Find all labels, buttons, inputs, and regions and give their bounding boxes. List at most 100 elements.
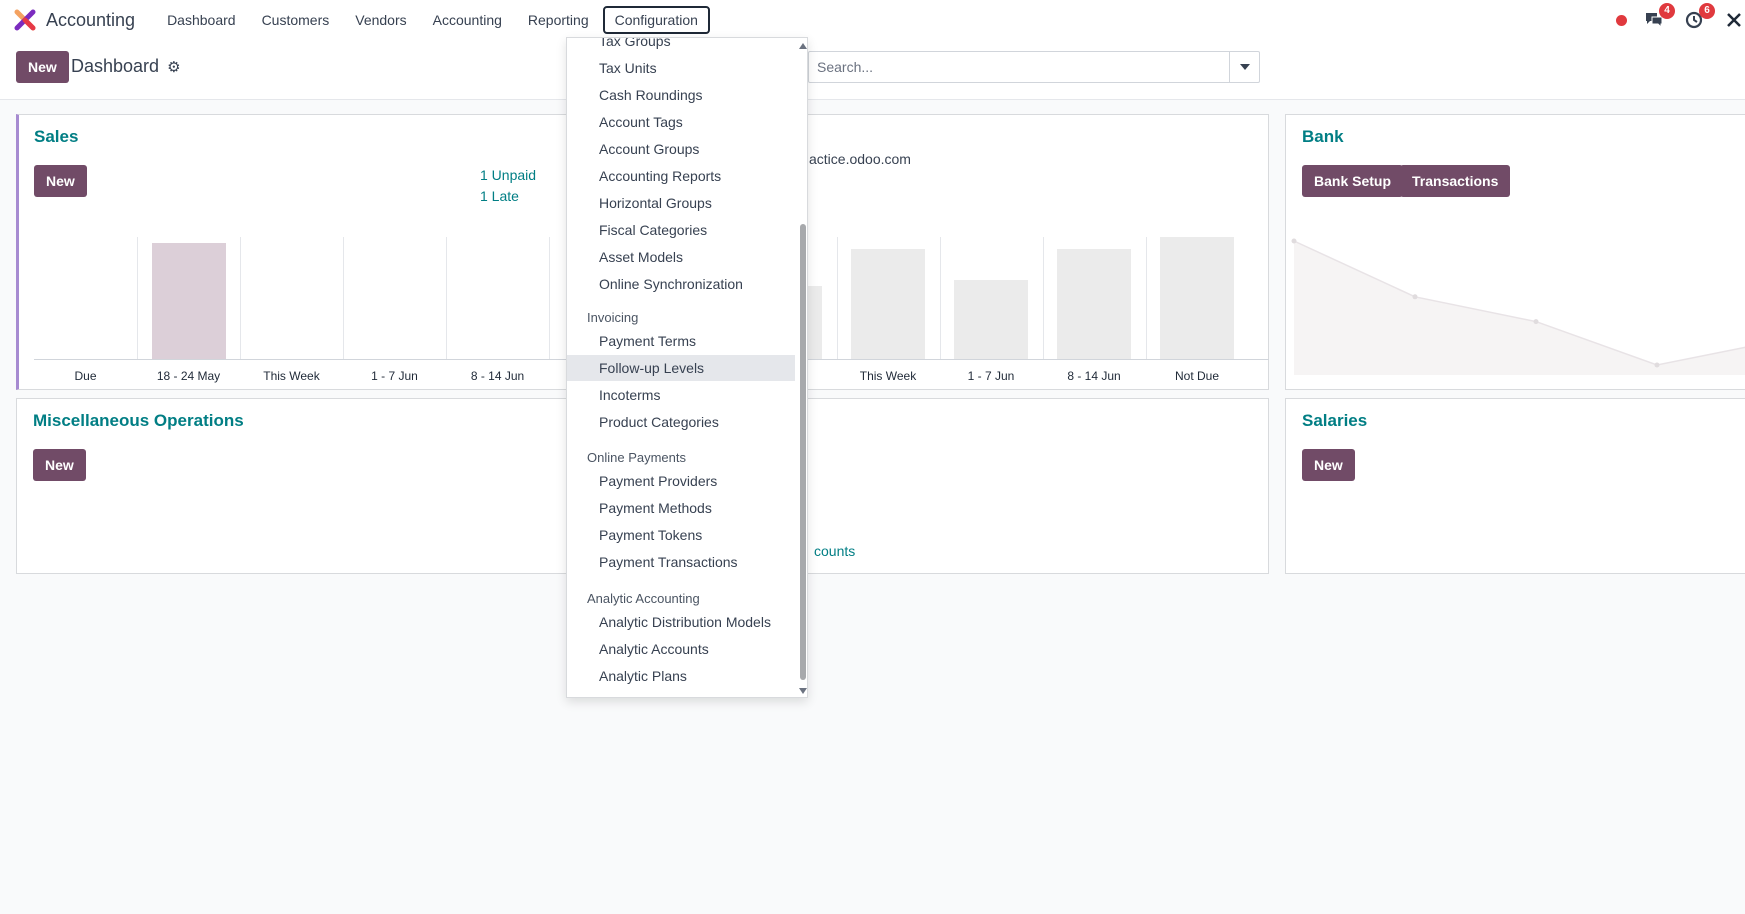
bank-balance-graph (1291, 238, 1745, 375)
menu-item-payment-transactions[interactable]: Payment Transactions (567, 549, 795, 575)
nav-configuration[interactable]: Configuration (602, 6, 710, 34)
scroll-thumb[interactable] (800, 224, 806, 680)
purchase-chart-gridline (836, 237, 838, 359)
menu-item-follow-up-levels[interactable]: Follow-up Levels (567, 355, 795, 381)
menu-item-tax-units[interactable]: Tax Units (567, 55, 795, 81)
page-title: Dashboard (71, 56, 160, 76)
activities-badge: 6 (1699, 3, 1715, 19)
purchase-bar-not-due[interactable] (1160, 237, 1234, 359)
bank-setup-button[interactable]: Bank Setup (1302, 165, 1404, 197)
control-panel: New Dashboard ⚙ (0, 40, 1745, 100)
sales-tick-label: 8 - 14 Jun (470, 369, 525, 383)
menu-item-online-synchronization[interactable]: Online Synchronization (567, 271, 795, 297)
purchase-tick-label: 1 - 7 Jun (967, 369, 1015, 383)
dropdown-scrollbar[interactable] (797, 38, 807, 697)
menu-item-payment-tokens[interactable]: Payment Tokens (567, 522, 795, 548)
app-logo-icon[interactable] (14, 9, 36, 31)
sales-bar-18-24-may[interactable] (151, 243, 226, 359)
purchase-tick-label: This Week (859, 369, 917, 383)
menu-item-fiscal-categories[interactable]: Fiscal Categories (567, 217, 795, 243)
messages-icon[interactable]: 4 (1643, 3, 1675, 31)
menu-item-accounting-reports[interactable]: Accounting Reports (567, 163, 795, 189)
sales-new-button[interactable]: New (34, 165, 87, 197)
top-navbar: Accounting Dashboard Customers Vendors A… (0, 0, 1745, 40)
salaries-journal-title[interactable]: Salaries (1302, 411, 1367, 431)
purchase-chart-gridline (1145, 237, 1147, 359)
messages-badge: 4 (1659, 3, 1675, 19)
breadcrumb: Dashboard ⚙ (71, 56, 181, 77)
bank-transactions-button[interactable]: Transactions (1400, 165, 1511, 197)
misc-operations-title[interactable]: Miscellaneous Operations (33, 411, 244, 431)
bank-graph-point (1412, 294, 1418, 300)
sales-chart-gridline (137, 237, 138, 359)
sales-tick-label: 1 - 7 Jun (371, 369, 418, 383)
nav-dashboard[interactable]: Dashboard (155, 6, 248, 34)
app-title[interactable]: Accounting (46, 10, 135, 31)
caret-down-icon (1239, 64, 1250, 70)
configuration-dropdown-menu: Tax Groups Tax Units Cash Roundings Account… (566, 37, 808, 698)
purchase-tick-label: Not Due (1174, 369, 1220, 383)
menu-item-asset-models[interactable]: Asset Models (567, 244, 795, 270)
bank-graph-point (1291, 238, 1297, 244)
misc-new-button[interactable]: New (33, 449, 86, 481)
record-status-icon[interactable] (1616, 14, 1627, 26)
sales-chart-gridline (549, 237, 550, 359)
sales-unpaid-link[interactable]: 1 Unpaid (480, 167, 536, 183)
menu-item-product-categories[interactable]: Product Categories (567, 409, 795, 435)
debug-tools-icon[interactable] (1723, 9, 1745, 31)
sales-tick-label: This Week (263, 369, 320, 383)
menu-item-payment-providers[interactable]: Payment Providers (567, 468, 795, 494)
menu-item-tax-groups[interactable]: Tax Groups (567, 38, 795, 54)
navbar-systray: 4 6 (1616, 0, 1745, 40)
activities-clock-icon[interactable]: 6 (1683, 3, 1715, 31)
menu-item-analytic-plans[interactable]: Analytic Plans (567, 663, 795, 689)
menu-item-account-tags[interactable]: Account Tags (567, 109, 795, 135)
menu-item-payment-methods[interactable]: Payment Methods (567, 495, 795, 521)
search-input[interactable] (809, 52, 1229, 82)
bank-journal-title[interactable]: Bank (1302, 127, 1344, 147)
purchase-bar-8-14-jun[interactable] (1057, 249, 1131, 359)
purchase-chart-gridline (939, 237, 941, 359)
bank-graph-area (1294, 241, 1745, 375)
misc-accounts-link[interactable]: counts (814, 543, 855, 559)
nav-accounting[interactable]: Accounting (421, 6, 514, 34)
search-options-toggle[interactable] (1229, 52, 1259, 82)
bank-graph-point (1654, 362, 1660, 368)
menu-item-analytic-distribution-models[interactable]: Analytic Distribution Models (567, 609, 795, 635)
nav-vendors[interactable]: Vendors (343, 6, 418, 34)
sales-chart-axis (34, 359, 652, 360)
menu-item-account-groups[interactable]: Account Groups (567, 136, 795, 162)
sales-tick-label: 18 - 24 May (156, 369, 221, 383)
menu-item-cash-roundings[interactable]: Cash Roundings (567, 82, 795, 108)
purchase-chart-gridline (1042, 237, 1044, 359)
menu-section-analytic-accounting: Analytic Accounting (587, 591, 700, 606)
sales-journal-title[interactable]: Sales (34, 127, 78, 147)
purchase-bar-1-7-jun[interactable] (954, 279, 1028, 359)
sales-late-link[interactable]: 1 Late (480, 188, 519, 204)
purchase-email-alias[interactable]: actice.odoo.com (809, 151, 911, 167)
sales-chart-gridline (446, 237, 447, 359)
sales-tick-label: Due (74, 369, 97, 383)
nav-reporting[interactable]: Reporting (516, 6, 601, 34)
bank-graph-point (1533, 319, 1539, 325)
purchase-bar-this-week[interactable] (851, 249, 925, 359)
salaries-new-button[interactable]: New (1302, 449, 1355, 481)
new-button[interactable]: New (16, 51, 69, 83)
search-bar (808, 51, 1260, 83)
scroll-down-icon[interactable] (799, 688, 807, 694)
gear-icon[interactable]: ⚙ (167, 58, 180, 76)
menu-item-payment-terms[interactable]: Payment Terms (567, 328, 795, 354)
scroll-up-icon[interactable] (799, 43, 807, 49)
sales-chart-gridline (343, 237, 344, 359)
menu-item-analytic-accounts[interactable]: Analytic Accounts (567, 636, 795, 662)
menu-item-horizontal-groups[interactable]: Horizontal Groups (567, 190, 795, 216)
menu-section-online-payments: Online Payments (587, 450, 686, 465)
menu-section-invoicing: Invoicing (587, 310, 639, 325)
salaries-journal-card: Salaries New (1285, 398, 1745, 574)
purchase-tick-label: 8 - 14 Jun (1067, 369, 1121, 383)
sales-chart-gridline (240, 237, 241, 359)
nav-customers[interactable]: Customers (250, 6, 342, 34)
menu-item-incoterms[interactable]: Incoterms (567, 382, 795, 408)
bank-journal-card: Bank Bank Setup Transactions (1285, 114, 1745, 390)
purchase-chart-axis (729, 359, 1269, 360)
